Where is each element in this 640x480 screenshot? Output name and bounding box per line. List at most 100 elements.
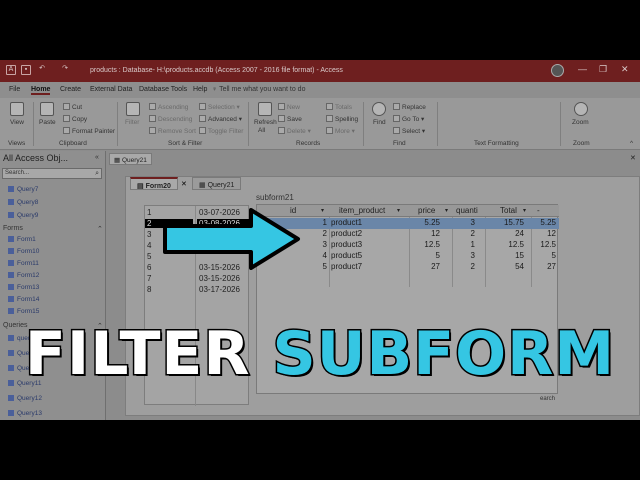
table-row[interactable]: 2 product2 12 2 24 12 (257, 229, 559, 240)
sort-dropdown-icon[interactable]: ▾ (397, 207, 400, 214)
column-header-extra[interactable]: - (537, 206, 540, 215)
menu-database-tools[interactable]: Database Tools (139, 86, 187, 93)
column-header-price[interactable]: price (418, 206, 435, 215)
nav-header[interactable]: All Access Obj... (3, 153, 68, 163)
tab-query21[interactable]: ▦ Query21 (192, 177, 242, 190)
access-logo-icon: A (6, 65, 16, 75)
toggle-filter-icon (199, 127, 206, 134)
maximize-icon[interactable]: ❐ (599, 64, 607, 75)
tab-query21-top[interactable]: ▦ Query21 (109, 153, 152, 165)
format-painter-button[interactable]: Format Painter (63, 127, 115, 135)
zoom-button[interactable]: Zoom (572, 119, 589, 126)
toggle-filter-button[interactable]: Toggle Filter (199, 127, 243, 135)
form-icon: ▤ (137, 183, 146, 190)
selection-button[interactable]: Selection ▾ (199, 103, 240, 111)
filter-button[interactable]: Filter (125, 119, 139, 126)
chevron-left-icon[interactable]: « (95, 154, 99, 161)
refresh-all-label[interactable]: All (258, 127, 265, 134)
more-icon (326, 127, 333, 134)
sort-dropdown-icon[interactable]: ▾ (523, 207, 526, 214)
table-row[interactable]: 5 product7 27 2 54 27 (257, 262, 559, 273)
replace-button[interactable]: Replace (393, 103, 426, 111)
copy-button[interactable]: Copy (63, 115, 87, 123)
menu-help[interactable]: Help (193, 86, 207, 93)
redo-icon[interactable]: ↷ (60, 65, 70, 75)
more-button[interactable]: More ▾ (326, 127, 355, 135)
refresh-button[interactable]: Refresh (254, 119, 277, 126)
find-icon[interactable] (372, 102, 386, 116)
subform-search-label[interactable]: earch (540, 396, 555, 402)
row-id: 4 (147, 241, 152, 250)
view-button[interactable]: View (10, 119, 24, 126)
sort-dropdown-icon[interactable]: ▾ (321, 207, 324, 214)
nav-item-query9[interactable]: Query9 (8, 212, 38, 219)
nav-item-query[interactable]: Query13 (8, 410, 42, 417)
tab-form20[interactable]: ▤ Form20 (130, 177, 178, 190)
nav-item-form[interactable]: Form14 (8, 296, 39, 303)
nav-item-query8[interactable]: Query8 (8, 199, 38, 206)
column-header-item-product[interactable]: item_product (339, 206, 385, 215)
close-document-icon[interactable]: ✕ (630, 154, 636, 162)
select-button[interactable]: Select ▾ (393, 127, 425, 135)
descending-button[interactable]: Descending (149, 115, 192, 123)
nav-search-input[interactable]: Search... ⌕ (2, 168, 102, 179)
table-row[interactable]: 1 product1 5.25 3 15.75 5.25 (257, 218, 559, 229)
column-header-total[interactable]: Total (500, 206, 517, 215)
menu-home[interactable]: Home (31, 86, 51, 95)
close-icon[interactable]: ✕ (621, 64, 629, 75)
cut-button[interactable]: Cut (63, 103, 82, 111)
collapse-ribbon-icon[interactable]: ^ (630, 140, 633, 147)
list-item[interactable]: 8 03-17-2026 (145, 285, 250, 295)
nav-item-form[interactable]: Form15 (8, 308, 39, 315)
paste-icon[interactable] (40, 102, 54, 116)
nav-item-form[interactable]: Form12 (8, 272, 39, 279)
column-header-quantity[interactable]: quanti (456, 206, 478, 215)
minimize-icon[interactable]: — (578, 64, 587, 74)
advanced-button[interactable]: Advanced ▾ (199, 115, 242, 123)
spelling-button[interactable]: Spelling (326, 115, 358, 123)
refresh-icon[interactable] (258, 102, 272, 116)
cell-quantity: 2 (470, 229, 475, 238)
table-row[interactable]: 4 product5 5 3 15 5 (257, 251, 559, 262)
table-row[interactable]: 3 product3 12.5 1 12.5 12.5 (257, 240, 559, 251)
nav-item-form[interactable]: Form1 (8, 236, 36, 243)
list-item[interactable]: 7 03-15-2026 (145, 274, 250, 284)
ascending-button[interactable]: Ascending (149, 103, 188, 111)
query-icon (8, 212, 14, 218)
new-record-button[interactable]: New (278, 103, 300, 111)
nav-item-form[interactable]: Form10 (8, 248, 39, 255)
tell-me-box[interactable]: ♀ Tell me what you want to do (212, 86, 305, 93)
window-title: products : Database- H:\products.accdb (… (90, 67, 343, 74)
paste-button[interactable]: Paste (39, 119, 56, 126)
save-icon[interactable]: ▪ (21, 65, 31, 75)
nav-item-form[interactable]: Form13 (8, 284, 39, 291)
divider (117, 102, 118, 146)
zoom-icon[interactable] (574, 102, 588, 116)
divider (33, 102, 34, 146)
go-to-button[interactable]: Go To ▾ (393, 115, 424, 123)
totals-button[interactable]: Totals (326, 103, 352, 111)
row-id: 5 (147, 252, 152, 261)
remove-sort-button[interactable]: Remove Sort (149, 127, 196, 135)
nav-item-query[interactable]: Query12 (8, 395, 42, 402)
menu-file[interactable]: File (9, 86, 20, 93)
view-icon[interactable] (10, 102, 24, 116)
group-label-records: Records (296, 140, 321, 147)
undo-icon[interactable]: ↶ (37, 65, 47, 75)
subform-label: subform21 (256, 193, 294, 202)
delete-record-button[interactable]: Delete ▾ (278, 127, 311, 135)
find-button[interactable]: Find (373, 119, 386, 126)
ribbon: View Views Paste Cut Copy Format Painter… (0, 98, 640, 150)
sort-dropdown-icon[interactable]: ▾ (445, 207, 448, 214)
filter-icon[interactable] (126, 102, 140, 116)
chevron-up-icon: ⌃ (97, 226, 103, 233)
avatar[interactable] (551, 64, 564, 77)
nav-item-query7[interactable]: Query7 (8, 186, 38, 193)
close-tab-icon[interactable]: ✕ (181, 180, 187, 188)
nav-section-forms[interactable]: Forms ⌃ (3, 225, 103, 233)
menu-create[interactable]: Create (60, 86, 81, 93)
save-record-button[interactable]: Save (278, 115, 302, 123)
menu-external-data[interactable]: External Data (90, 86, 132, 93)
nav-item-form[interactable]: Form11 (8, 260, 39, 267)
cell-total: 15.75 (503, 218, 524, 227)
